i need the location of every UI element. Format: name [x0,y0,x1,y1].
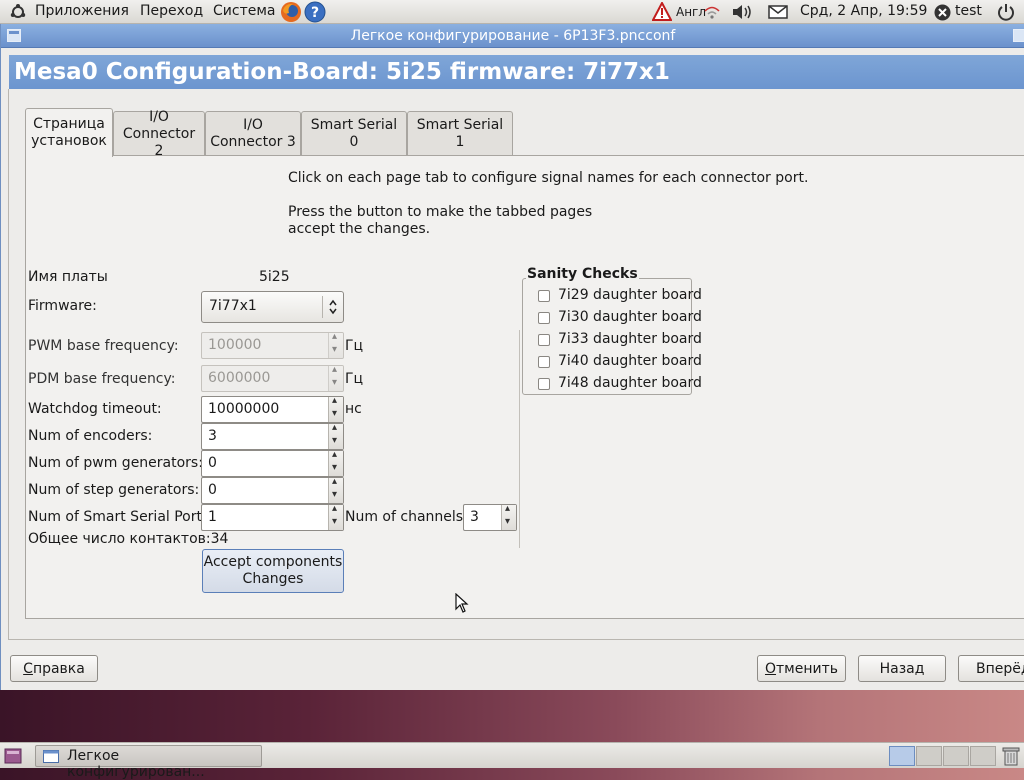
spin-buttons[interactable] [501,503,516,530]
taskbar-window-label: Легкое конфигурирован... [67,748,205,780]
tab-io-connector-3[interactable]: I/O Connector 3 [205,111,301,156]
info-line-2: Press the button to make the tabbed page… [288,204,593,220]
show-desktop-icon[interactable] [4,748,22,764]
spin-buttons[interactable] [328,364,343,391]
channels-label: Num of channels: [345,509,468,525]
checkbox[interactable] [538,290,550,302]
power-icon[interactable] [997,3,1015,21]
spin-buttons[interactable] [328,395,343,422]
keyboard-layout-indicator[interactable]: Англ [676,5,706,19]
warning-icon[interactable] [652,2,672,21]
clock[interactable]: Срд, 2 Апр, 19:59 [800,3,927,19]
encoders-label: Num of encoders: [28,428,153,444]
watchdog-spin[interactable]: 10000000 [201,395,344,423]
top-panel: Приложения Переход Система ? Англ Срд, 2… [0,0,1024,24]
tab-smart-serial-1[interactable]: Smart Serial 1 [407,111,513,156]
spin-buttons[interactable] [328,476,343,503]
info-line-1: Click on each page tab to configure sign… [288,170,809,186]
sanity-checks-title: Sanity Checks [526,266,639,282]
menu-system[interactable]: Система [213,3,275,19]
sanity-check-7i48[interactable]: 7i48 daughter board [538,375,702,393]
bottom-panel: Легкое конфигурирован... [0,742,1024,780]
vertical-separator [519,330,520,548]
svg-text:?: ? [311,5,319,21]
pdm-frequency-spin[interactable]: 6000000 [201,364,344,392]
volume-icon[interactable] [731,4,753,20]
page-header: Mesa0 Configuration-Board: 5i25 firmware… [9,55,1024,89]
spin-buttons[interactable] [328,503,343,530]
forward-button[interactable]: Вперёд [958,655,1024,682]
pdm-frequency-unit: Гц [345,371,364,387]
firmware-combo[interactable]: 7i77x1 [201,291,344,323]
workspace-2[interactable] [916,746,942,766]
checkbox[interactable] [538,378,550,390]
back-button[interactable]: Назад [858,655,946,682]
pwm-frequency-spin[interactable]: 100000 [201,331,344,359]
checkbox[interactable] [538,312,550,324]
tab-settings-page[interactable]: Страница установок [25,108,113,157]
window-title: Легкое конфигурирование - 6P13F3.pncconf [350,28,676,44]
pwm-frequency-unit: Гц [345,338,364,354]
tab-io-connector-2[interactable]: I/O Connector 2 [113,109,205,159]
step-generators-spin[interactable]: 0 [201,476,344,504]
help-button[interactable]: Справка [10,655,98,682]
window-menu-icon[interactable] [7,29,21,42]
sanity-check-7i33[interactable]: 7i33 daughter board [538,331,702,349]
board-name-value: 5i25 [259,269,290,285]
pdm-frequency-label: PDM base frequency: [28,371,176,387]
tab-smart-serial-0[interactable]: Smart Serial 0 [301,111,407,156]
spin-buttons[interactable] [328,331,343,358]
user-name[interactable]: test [955,3,982,19]
firmware-label: Firmware: [28,298,97,314]
taskbar-window-button[interactable]: Легкое конфигурирован... [35,745,262,780]
checkbox[interactable] [538,356,550,368]
trash-icon[interactable] [1002,746,1020,766]
watchdog-label: Watchdog timeout: [28,401,162,417]
window-titlebar[interactable]: Легкое конфигурирование - 6P13F3.pncconf [1,24,1024,48]
accept-components-button[interactable]: Accept components Changes [202,549,344,593]
pwm-frequency-label: PWM base frequency: [28,338,179,354]
encoders-spin[interactable]: 3 [201,422,344,450]
smart-serial-ports-label: Num of Smart Serial Ports: [28,509,215,525]
firefox-icon[interactable] [280,1,302,23]
user-status-icon[interactable] [934,4,951,21]
workspace-4[interactable] [970,746,996,766]
combo-separator [322,296,323,318]
mail-icon[interactable] [768,5,788,19]
workspace-1[interactable] [889,746,915,766]
mouse-pointer-icon [455,593,469,613]
workspace-3[interactable] [943,746,969,766]
sanity-check-7i29[interactable]: 7i29 daughter board [538,287,702,305]
smart-serial-ports-spin[interactable]: 1 [201,503,344,531]
sanity-check-7i30[interactable]: 7i30 daughter board [538,309,702,327]
pwm-generators-spin[interactable]: 0 [201,449,344,477]
checkbox[interactable] [538,334,550,346]
watchdog-unit: нс [345,401,362,417]
sanity-check-7i40[interactable]: 7i40 daughter board [538,353,702,371]
spin-buttons[interactable] [328,449,343,476]
channels-spin[interactable]: 3 [463,503,517,531]
board-name-label: Имя платы [28,269,108,285]
pwm-generators-label: Num of pwm generators: [28,455,203,471]
window-maximize-icon[interactable] [1013,29,1024,42]
menu-places[interactable]: Переход [140,3,203,19]
firmware-combo-value: 7i77x1 [209,298,257,314]
window-icon [43,750,59,763]
info-line-3: accept the changes. [288,221,431,237]
help-icon[interactable]: ? [304,1,326,23]
network-wireless-icon[interactable] [703,3,721,21]
total-pins-label: Общее число контактов:34 [28,531,229,547]
spin-buttons[interactable] [328,422,343,449]
step-generators-label: Num of step generators: [28,482,200,498]
menu-applications[interactable]: Приложения [35,3,129,19]
chevron-updown-icon [329,299,337,315]
ubuntu-logo-icon[interactable] [10,4,26,20]
total-pins-value: 34 [210,531,229,547]
cancel-button[interactable]: Отменить [757,655,846,682]
